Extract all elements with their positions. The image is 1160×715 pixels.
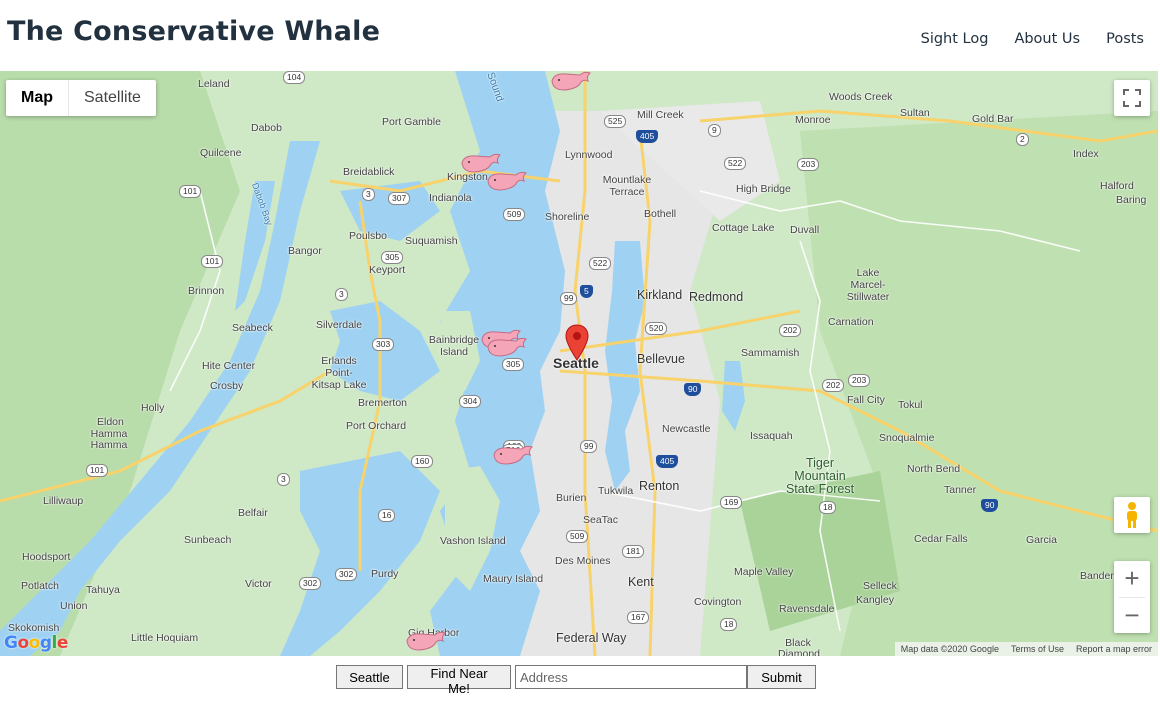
route-shield: 303 bbox=[372, 338, 395, 351]
route-shield: 90 bbox=[981, 499, 999, 512]
route-shield: 522 bbox=[724, 157, 747, 170]
route-shield: 304 bbox=[459, 395, 482, 408]
route-shield: 302 bbox=[299, 577, 322, 590]
route-shield: 104 bbox=[283, 71, 306, 84]
map-pin-icon[interactable] bbox=[565, 324, 589, 362]
route-shield: 181 bbox=[622, 545, 645, 558]
route-shield: 169 bbox=[720, 496, 743, 509]
site-title[interactable]: The Conservative Whale bbox=[7, 16, 380, 47]
report-map-error-link[interactable]: Report a map error bbox=[1070, 644, 1158, 654]
route-shield: 90 bbox=[684, 383, 702, 396]
route-shield: 18 bbox=[720, 618, 738, 631]
route-shield: 5 bbox=[580, 285, 593, 298]
route-shield: 16 bbox=[378, 509, 396, 522]
map-type-satellite-button[interactable]: Satellite bbox=[68, 80, 156, 116]
route-shield: 307 bbox=[388, 192, 411, 205]
main-nav: Sight Log About Us Posts bbox=[921, 31, 1144, 47]
route-shield: 101 bbox=[86, 464, 109, 477]
minus-icon: − bbox=[1124, 599, 1140, 630]
whale-icon[interactable] bbox=[405, 631, 447, 653]
route-shield: 99 bbox=[560, 292, 578, 305]
route-shield: 160 bbox=[411, 455, 434, 468]
route-shield: 203 bbox=[848, 374, 871, 387]
route-shield: 3 bbox=[277, 473, 290, 486]
route-shield: 405 bbox=[656, 455, 679, 468]
street-view-button[interactable] bbox=[1114, 497, 1150, 533]
fullscreen-button[interactable] bbox=[1114, 80, 1150, 116]
route-shield: 522 bbox=[589, 257, 612, 270]
route-shield: 202 bbox=[779, 324, 802, 337]
nav-posts[interactable]: Posts bbox=[1106, 31, 1144, 47]
pegman-icon bbox=[1127, 502, 1137, 528]
route-shield: 99 bbox=[580, 440, 598, 453]
zoom-out-button[interactable]: − bbox=[1114, 597, 1150, 633]
route-shield: 509 bbox=[566, 530, 589, 543]
route-shield: 405 bbox=[636, 130, 659, 143]
site-header: The Conservative Whale Sight Log About U… bbox=[0, 0, 1160, 70]
terms-of-use-link[interactable]: Terms of Use bbox=[1005, 644, 1070, 654]
whale-icon[interactable] bbox=[492, 445, 534, 467]
nav-about-us[interactable]: About Us bbox=[1014, 31, 1080, 47]
route-shield: 305 bbox=[381, 251, 404, 264]
route-shield: 305 bbox=[502, 358, 525, 371]
map-type-toggle: Map Satellite bbox=[6, 80, 156, 116]
find-near-me-button[interactable]: Find Near Me! bbox=[407, 665, 511, 696]
whale-icon[interactable] bbox=[486, 337, 528, 359]
map-canvas[interactable]: Leland Dabob Quilcene Port Gamble Breida… bbox=[0, 71, 1158, 656]
map-base-layer bbox=[0, 71, 1158, 656]
zoom-in-button[interactable]: + bbox=[1114, 561, 1150, 597]
fullscreen-icon bbox=[1123, 89, 1141, 107]
map-data-credit: Map data ©2020 Google bbox=[900, 644, 999, 654]
zoom-control: + − bbox=[1114, 561, 1150, 633]
route-shield: 9 bbox=[708, 124, 721, 137]
whale-icon[interactable] bbox=[486, 171, 528, 193]
route-shield: 101 bbox=[201, 255, 224, 268]
search-form: Seattle Find Near Me! Submit bbox=[336, 665, 816, 696]
map-attribution: Map data ©2020 Google Terms of Use Repor… bbox=[894, 642, 1158, 656]
route-shield: 2 bbox=[1016, 133, 1029, 146]
google-logo[interactable]: Google bbox=[4, 633, 68, 653]
route-shield: 203 bbox=[797, 158, 820, 171]
route-shield: 509 bbox=[503, 208, 526, 221]
route-shield: 18 bbox=[819, 501, 837, 514]
route-shield: 525 bbox=[604, 115, 627, 128]
address-input[interactable] bbox=[515, 665, 747, 689]
route-shield: 520 bbox=[645, 322, 668, 335]
seattle-button[interactable]: Seattle bbox=[336, 665, 403, 689]
plus-icon: + bbox=[1124, 563, 1140, 594]
route-shield: 302 bbox=[335, 568, 358, 581]
nav-sight-log[interactable]: Sight Log bbox=[921, 31, 989, 47]
route-shield: 167 bbox=[627, 611, 650, 624]
whale-icon[interactable] bbox=[550, 71, 592, 93]
submit-button[interactable]: Submit bbox=[747, 665, 816, 689]
route-shield: 101 bbox=[179, 185, 202, 198]
route-shield: 3 bbox=[362, 188, 375, 201]
map-type-map-button[interactable]: Map bbox=[6, 80, 68, 116]
route-shield: 3 bbox=[335, 288, 348, 301]
route-shield: 202 bbox=[822, 379, 845, 392]
